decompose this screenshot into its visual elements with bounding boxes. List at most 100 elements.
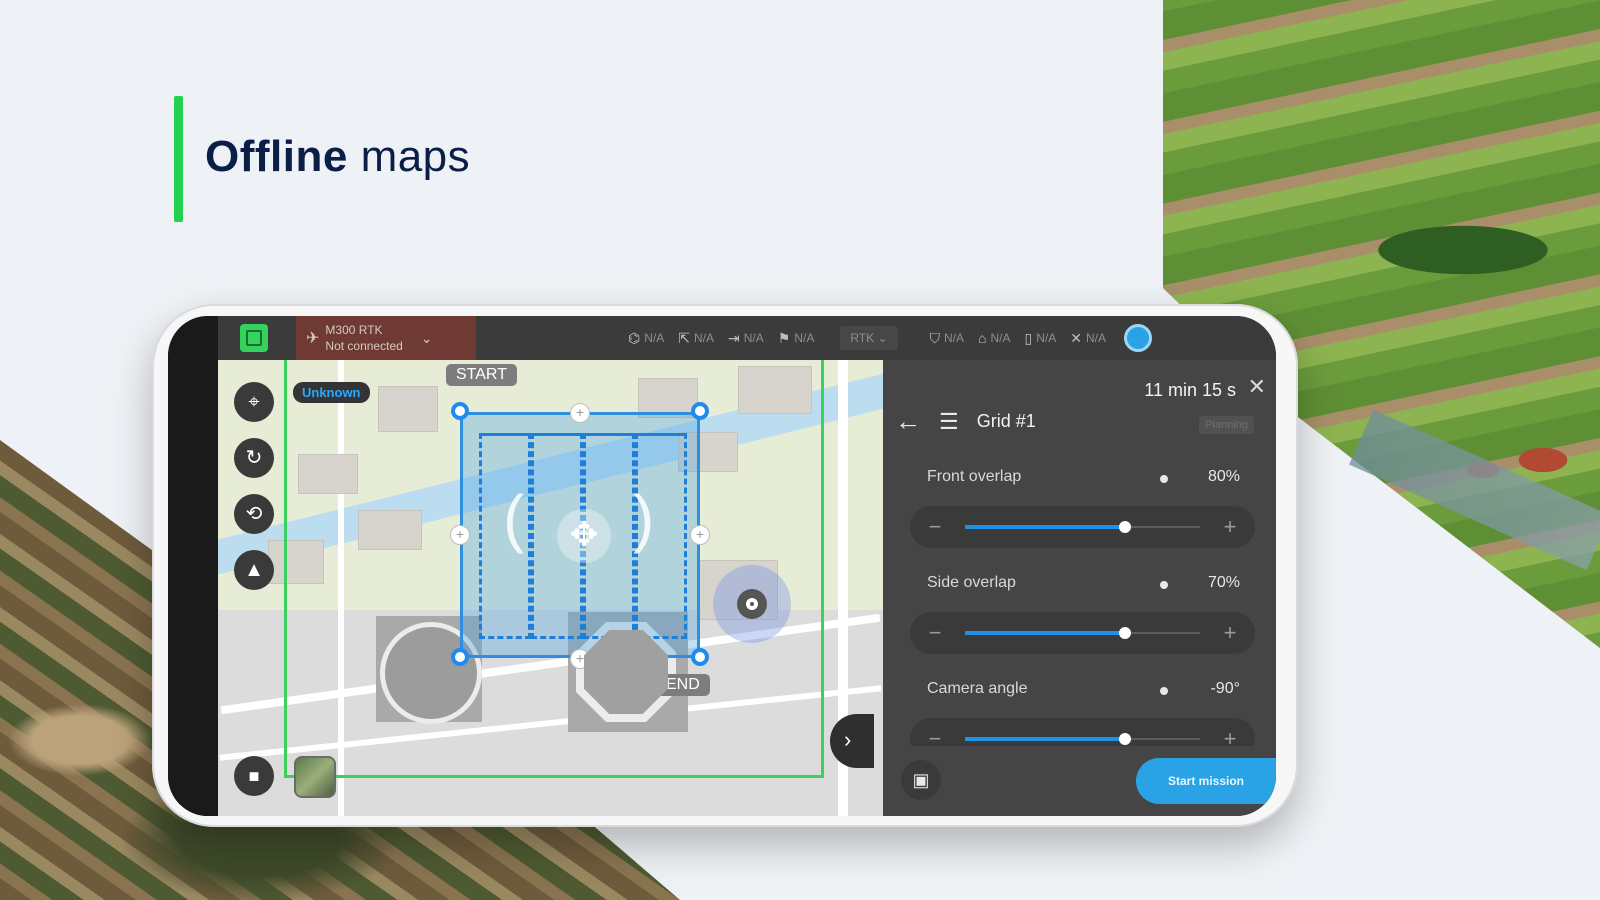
slider-track[interactable] — [965, 521, 1200, 533]
camera-button[interactable]: ■ — [234, 756, 274, 796]
decrease-button[interactable]: − — [914, 612, 956, 654]
stat-value: N/A — [693, 331, 714, 345]
satellite-icon: ⌬ — [628, 329, 641, 346]
reset-view-button[interactable]: ⟲ — [234, 494, 274, 534]
drone-model: M300 RTK — [325, 323, 383, 337]
speed-icon: ⚑ — [777, 329, 791, 346]
param-label: Side overlap — [927, 574, 1016, 591]
stat-battery: ▯ N/A — [1025, 330, 1057, 347]
reset-icon: ⟲ — [245, 503, 263, 525]
stat-value: N/A — [990, 331, 1011, 345]
slider-knob[interactable] — [1118, 733, 1131, 745]
phone-bezel — [168, 316, 218, 816]
stat-signal: ⌂ N/A — [978, 330, 1010, 347]
midpoint-handle-top[interactable]: + — [571, 404, 589, 422]
battery-icon: ▯ — [1024, 329, 1033, 346]
param-label: Front overlap — [927, 468, 1022, 485]
headline-bold: Offline — [205, 132, 348, 181]
altitude-icon: ⇥ — [728, 329, 740, 346]
app-logo-icon[interactable] — [240, 324, 268, 352]
panel-header: ← ☰ Grid #1 — [895, 406, 1036, 437]
camera-icon: ■ — [248, 766, 260, 786]
signal-icon: ⌂ — [978, 330, 987, 346]
corner-handle-top-right[interactable] — [691, 402, 709, 420]
gps-icon: ⛉ — [929, 329, 941, 346]
location-status-label: Unknown — [293, 382, 370, 403]
param-value: -90° — [1210, 680, 1240, 697]
slider-track[interactable] — [965, 733, 1200, 745]
mission-title: Grid #1 — [976, 411, 1036, 431]
headline-accent-bar — [174, 96, 183, 222]
rtk-dropdown[interactable]: RTK ⌄ — [840, 326, 898, 350]
corner-handle-bottom-left[interactable] — [451, 648, 469, 666]
map-view[interactable]: ( ) ✥ + + + + START END Unknown ⌖ ↻ ⟲ ▲ … — [218, 360, 883, 816]
stat-altitude: ⇥ N/A — [728, 330, 764, 347]
save-icon: ▣ — [912, 770, 930, 790]
save-button[interactable]: ▣ — [901, 760, 941, 800]
compass-icon: ▲ — [244, 559, 264, 581]
corner-handle-bottom-right[interactable] — [691, 648, 709, 666]
front-overlap-slider[interactable]: − + — [910, 506, 1255, 548]
stat-value: N/A — [1085, 331, 1106, 345]
mission-duration: 11 min 15 s — [1144, 380, 1236, 400]
drone-status: Not connected — [325, 339, 403, 353]
param-camera-angle: Camera angle -90° — [927, 680, 1240, 698]
param-front-overlap: Front overlap 80% — [927, 468, 1240, 486]
wind-icon: ✕ — [1070, 329, 1082, 346]
drone-icon: ✈ — [306, 330, 320, 347]
rotate-icon: ↻ — [245, 447, 263, 469]
app-screen: ✈ M300 RTK Not connected ⌄ ⌬ N/A ⇱ N/A ⇥ N/… — [168, 316, 1276, 816]
slider-knob[interactable] — [1118, 521, 1131, 533]
user-avatar[interactable] — [1124, 324, 1152, 352]
grid-mission-icon: ☰ — [939, 408, 959, 434]
increase-button[interactable]: + — [1209, 506, 1251, 548]
slider-knob[interactable] — [1118, 627, 1131, 639]
slider-fill — [965, 631, 1125, 635]
rotate-map-button[interactable]: ↻ — [234, 438, 274, 478]
slider-track[interactable] — [965, 627, 1200, 639]
start-mission-button[interactable]: Start mission — [1136, 758, 1276, 804]
mission-panel: 11 min 15 s ✕ ← ☰ Grid #1 Planning Front… — [883, 360, 1276, 816]
stat-value: N/A — [1036, 331, 1057, 345]
side-overlap-slider[interactable]: − + — [910, 612, 1255, 654]
stat-value: N/A — [794, 331, 815, 345]
distance-icon: ⇱ — [678, 329, 690, 346]
stat-value: N/A — [944, 331, 965, 345]
corner-handle-top-left[interactable] — [451, 402, 469, 420]
param-indicator-dot — [1160, 687, 1168, 695]
stat-speed: ⚑ N/A — [778, 330, 815, 347]
slider-fill — [965, 737, 1125, 741]
status-badge: Planning — [1199, 416, 1254, 434]
param-side-overlap: Side overlap 70% — [927, 574, 1240, 592]
drone-selector[interactable]: ✈ M300 RTK Not connected ⌄ — [296, 316, 476, 360]
grid-survey-area[interactable]: ( ) ✥ — [460, 412, 700, 658]
move-icon[interactable]: ✥ — [557, 509, 611, 563]
rotate-right-handle[interactable]: ) — [633, 481, 654, 555]
chevron-down-icon: ⌄ — [420, 329, 433, 346]
decrease-button[interactable]: − — [914, 506, 956, 548]
param-value: 70% — [1207, 574, 1240, 591]
rtk-label: RTK — [850, 331, 875, 345]
midpoint-handle-right[interactable]: + — [691, 526, 709, 544]
locate-button[interactable]: ⌖ — [234, 382, 274, 422]
compass-button[interactable]: ▲ — [234, 550, 274, 590]
headline: Offline maps — [205, 132, 470, 182]
stat-distance: ⇱ N/A — [678, 330, 714, 347]
param-value: 80% — [1207, 468, 1240, 485]
start-label: START — [446, 364, 517, 386]
map-thumb-icon[interactable] — [294, 756, 336, 798]
midpoint-handle-left[interactable]: + — [451, 526, 469, 544]
param-indicator-dot — [1160, 581, 1168, 589]
stat-wind: ✕ N/A — [1070, 330, 1106, 347]
stat-gps: ⛉ N/A — [930, 330, 965, 347]
panel-footer: ▣ Start mission — [883, 746, 1276, 816]
telemetry-group-right: ⛉ N/A ⌂ N/A ▯ N/A ✕ N/A — [930, 330, 1106, 347]
back-arrow-icon[interactable]: ← — [895, 406, 921, 437]
close-icon[interactable]: ✕ — [1248, 374, 1266, 400]
stat-value: N/A — [743, 331, 764, 345]
stat-satellite: ⌬ N/A — [628, 330, 664, 347]
increase-button[interactable]: + — [1209, 612, 1251, 654]
param-label: Camera angle — [927, 680, 1028, 697]
rotate-left-handle[interactable]: ( — [503, 481, 524, 555]
param-indicator-dot — [1160, 475, 1168, 483]
